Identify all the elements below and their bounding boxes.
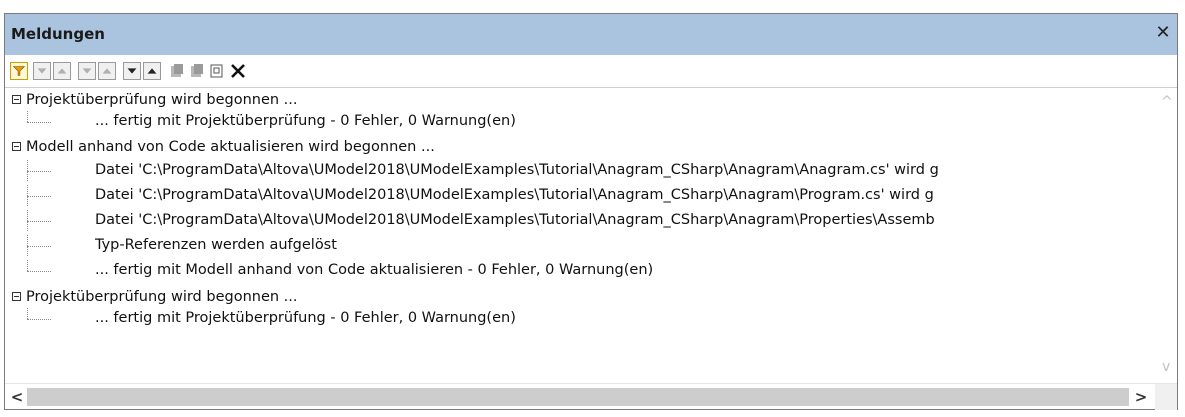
close-icon[interactable]: ✕: [1153, 22, 1173, 44]
copy-all-icon[interactable]: [188, 62, 206, 80]
tree-line: [27, 111, 52, 132]
horizontal-scrollbar[interactable]: < >: [5, 383, 1177, 410]
window-title: Meldungen: [11, 25, 105, 43]
collapse-icon[interactable]: [12, 142, 21, 151]
next-down-icon[interactable]: [123, 62, 141, 80]
tree-line: [27, 210, 52, 231]
prev-up-icon[interactable]: [143, 62, 161, 80]
tree-line: [27, 185, 52, 206]
vertical-scrollbar[interactable]: ^ v: [1157, 88, 1177, 384]
horizontal-scroll-thumb[interactable]: [27, 388, 1129, 406]
scrollbar-corner: [1155, 384, 1177, 410]
messages-window: Meldungen ✕ Projektüberprüfung wird bego…: [4, 13, 1178, 410]
message-text: Projektüberprüfung wird begonnen ...: [26, 289, 298, 305]
next-error-down-icon[interactable]: [78, 62, 96, 80]
scroll-left-icon[interactable]: <: [7, 387, 27, 407]
messages-tree: Projektüberprüfung wird begonnen ... ...…: [9, 89, 1154, 383]
tree-line: [27, 308, 52, 329]
filter-icon[interactable]: [10, 62, 28, 80]
find-icon[interactable]: [208, 62, 226, 80]
message-text: Datei 'C:\ProgramData\Altova\UModel2018\…: [95, 162, 939, 178]
message-text: ... fertig mit Modell anhand von Code ak…: [95, 262, 654, 278]
scroll-up-icon[interactable]: ^: [1161, 94, 1173, 110]
tree-line: [27, 160, 52, 181]
collapse-icon[interactable]: [12, 95, 21, 104]
clear-icon[interactable]: [229, 62, 247, 80]
prev-warning-up-icon[interactable]: [53, 62, 71, 80]
tree-line: [27, 235, 52, 256]
message-text: ... fertig mit Projektüberprüfung - 0 Fe…: [95, 310, 516, 326]
scroll-right-icon[interactable]: >: [1131, 387, 1151, 407]
message-text: Typ-Referenzen werden aufgelöst: [95, 237, 337, 253]
message-text: Datei 'C:\ProgramData\Altova\UModel2018\…: [95, 187, 934, 203]
copy-line-icon[interactable]: [168, 62, 186, 80]
message-text: ... fertig mit Projektüberprüfung - 0 Fe…: [95, 113, 516, 129]
messages-toolbar: [5, 55, 1177, 88]
message-text: Modell anhand von Code aktualisieren wir…: [26, 139, 435, 155]
scroll-down-icon[interactable]: v: [1162, 359, 1170, 375]
prev-error-up-icon[interactable]: [98, 62, 116, 80]
message-text: Datei 'C:\ProgramData\Altova\UModel2018\…: [95, 212, 935, 228]
tree-line: [27, 260, 52, 281]
message-text: Projektüberprüfung wird begonnen ...: [26, 92, 298, 108]
title-bar: Meldungen ✕: [5, 14, 1177, 55]
next-warning-down-icon[interactable]: [33, 62, 51, 80]
collapse-icon[interactable]: [12, 292, 21, 301]
